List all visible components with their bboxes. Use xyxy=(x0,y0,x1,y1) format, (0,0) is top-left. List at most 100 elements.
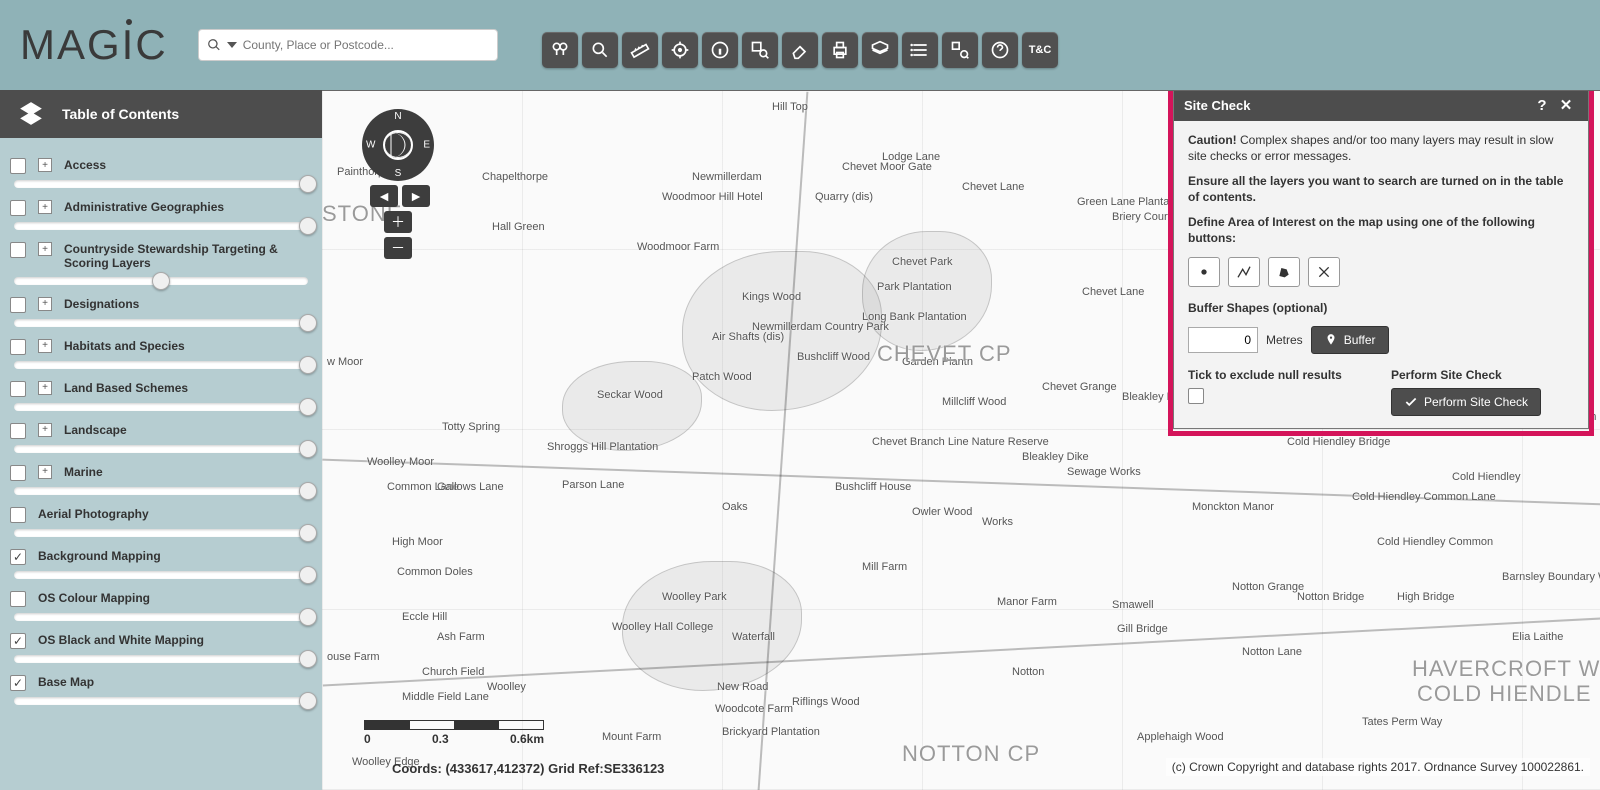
erase-tool[interactable] xyxy=(782,32,818,68)
map-label: Kings Wood xyxy=(742,291,801,303)
opacity-slider[interactable] xyxy=(14,529,308,537)
layer-checkbox[interactable] xyxy=(10,507,26,523)
nav-prev[interactable]: ◄ xyxy=(370,185,398,207)
layer-checkbox[interactable] xyxy=(10,158,26,174)
opacity-slider[interactable] xyxy=(14,319,308,327)
zoom-in[interactable]: ＋ xyxy=(384,211,412,233)
opacity-slider[interactable] xyxy=(14,361,308,369)
layer-checkbox[interactable] xyxy=(10,591,26,607)
opacity-slider[interactable] xyxy=(14,487,308,495)
buffer-input[interactable] xyxy=(1188,327,1258,353)
toc-title: Table of Contents xyxy=(62,106,179,122)
map-label: Long Bank Plantation xyxy=(862,311,967,323)
layer-label: Countryside Stewardship Targeting & Scor… xyxy=(64,242,312,271)
map-label: Notton Grange xyxy=(1232,581,1304,593)
layer-label: OS Colour Mapping xyxy=(38,591,312,605)
opacity-slider[interactable] xyxy=(14,403,308,411)
map-copyright: (c) Crown Copyright and database rights … xyxy=(1166,758,1590,776)
map-label: Manor Farm xyxy=(997,596,1057,608)
nav-compass[interactable]: NSEW xyxy=(362,109,434,181)
measure-tool[interactable] xyxy=(622,32,658,68)
aoi-point[interactable] xyxy=(1188,257,1220,287)
app-header: MAGIC T&C xyxy=(0,0,1600,90)
layer-checkbox[interactable] xyxy=(10,242,26,258)
layer-row: OS Black and White Mapping xyxy=(10,625,312,667)
layer-checkbox[interactable] xyxy=(10,423,26,439)
toc-header: Table of Contents xyxy=(0,90,322,138)
panel-header[interactable]: Site Check ? ✕ xyxy=(1174,90,1588,121)
layer-checkbox[interactable] xyxy=(10,200,26,216)
map-label: Sewage Works xyxy=(1067,466,1141,478)
search-input[interactable] xyxy=(243,38,489,52)
map-label: Chevet Branch Line Nature Reserve xyxy=(872,436,1049,448)
layer-expand[interactable]: + xyxy=(38,297,52,311)
opacity-slider[interactable] xyxy=(14,180,308,188)
map-label: Bushcliff House xyxy=(835,481,911,493)
layer-checkbox[interactable] xyxy=(10,339,26,355)
target-tool[interactable] xyxy=(662,32,698,68)
map-label: Woolley Park xyxy=(662,591,727,603)
map-label: w Moor xyxy=(327,356,363,368)
map-label: Cold Hiendley xyxy=(1452,471,1520,483)
layer-list: +Access+Administrative Geographies+Count… xyxy=(0,150,322,719)
layer-row: +Designations xyxy=(10,289,312,331)
sitecheck-tool[interactable] xyxy=(942,32,978,68)
zoom-out[interactable]: － xyxy=(384,237,412,259)
layer-expand[interactable]: + xyxy=(38,200,52,214)
layer-checkbox[interactable] xyxy=(10,297,26,313)
map-label: Newmillerdam xyxy=(692,171,762,183)
buffer-button[interactable]: Buffer xyxy=(1311,326,1389,354)
map-label: Woodmoor Farm xyxy=(637,241,719,253)
print-tool[interactable] xyxy=(822,32,858,68)
opacity-slider[interactable] xyxy=(14,655,308,663)
layer-expand[interactable]: + xyxy=(38,423,52,437)
layer-checkbox[interactable] xyxy=(10,675,26,691)
opacity-slider[interactable] xyxy=(14,697,308,705)
map-label: Chevet Lane xyxy=(962,181,1024,193)
opacity-slider[interactable] xyxy=(14,222,308,230)
layer-expand[interactable]: + xyxy=(38,339,52,353)
zoom-area-tool[interactable] xyxy=(742,32,778,68)
map-label: Mill Farm xyxy=(862,561,907,573)
identify-tool[interactable] xyxy=(542,32,578,68)
aoi-line[interactable] xyxy=(1228,257,1260,287)
layer-checkbox[interactable] xyxy=(10,465,26,481)
layer-expand[interactable]: + xyxy=(38,465,52,479)
opacity-slider[interactable] xyxy=(14,445,308,453)
map-viewport[interactable]: Hill TopPainthorpeChapelthorpeNewmillerd… xyxy=(322,90,1600,790)
aoi-polygon[interactable] xyxy=(1268,257,1300,287)
layer-expand[interactable]: + xyxy=(38,158,52,172)
perform-button[interactable]: Perform Site Check xyxy=(1391,388,1541,416)
opacity-slider[interactable] xyxy=(14,613,308,621)
zoom-controls: ＋ － xyxy=(384,211,412,259)
map-label: Notton Lane xyxy=(1242,646,1302,658)
layer-row: + Access xyxy=(10,150,312,192)
nav-next[interactable]: ► xyxy=(402,185,430,207)
info-tool[interactable] xyxy=(702,32,738,68)
layer-label: Landscape xyxy=(64,423,312,437)
opacity-slider[interactable] xyxy=(14,277,308,285)
search-box[interactable] xyxy=(198,29,498,61)
list-tool[interactable] xyxy=(902,32,938,68)
terms-tool[interactable]: T&C xyxy=(1022,32,1058,68)
map-label: Gallows Lane xyxy=(437,481,504,493)
aoi-clear[interactable] xyxy=(1308,257,1340,287)
layer-checkbox[interactable] xyxy=(10,549,26,565)
search-tool[interactable] xyxy=(582,32,618,68)
layer-label: OS Black and White Mapping xyxy=(38,633,312,647)
panel-help-icon[interactable]: ? xyxy=(1530,97,1554,114)
layer-expand[interactable]: + xyxy=(38,242,52,256)
exclude-checkbox[interactable] xyxy=(1188,388,1204,404)
layer-checkbox[interactable] xyxy=(10,633,26,649)
panel-close-icon[interactable]: ✕ xyxy=(1554,96,1578,114)
layer-expand[interactable]: + xyxy=(38,381,52,395)
help-tool[interactable] xyxy=(982,32,1018,68)
map-label: Hill Top xyxy=(772,101,808,113)
bookmark-tool[interactable] xyxy=(862,32,898,68)
scale-bar: 00.30.6km xyxy=(364,720,544,746)
layer-label: Access xyxy=(64,158,312,172)
map-label: Chevet Lane xyxy=(1082,286,1144,298)
opacity-slider[interactable] xyxy=(14,571,308,579)
map-label: Patch Wood xyxy=(692,371,752,383)
layer-checkbox[interactable] xyxy=(10,381,26,397)
